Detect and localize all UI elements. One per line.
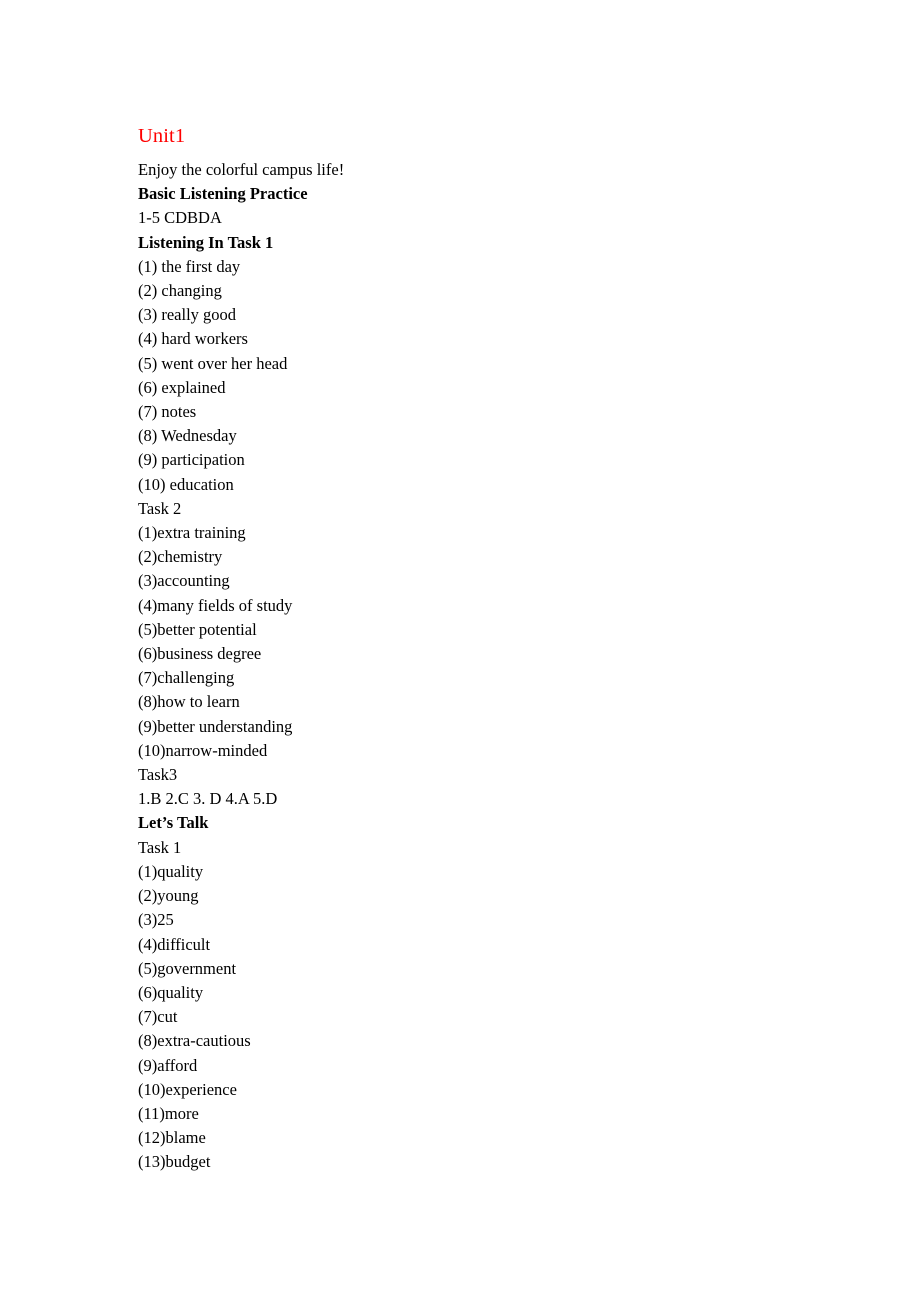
section-heading: Let’s Talk (138, 813, 209, 833)
page-title: Unit1 (138, 125, 186, 147)
document-text-block: Enjoy the colorful campus life! Basic Lis… (138, 158, 838, 1175)
text-line: (3) really good (138, 305, 237, 325)
text-line: (7) notes (138, 402, 197, 422)
text-line: (2)young (138, 886, 199, 906)
text-line: (4)many fields of study (138, 595, 293, 615)
text-line: (8) Wednesday (138, 426, 237, 446)
text-line: Enjoy the colorful campus life! (138, 160, 345, 179)
text-line: (8)extra-cautious (138, 1031, 251, 1051)
text-line: Task 2 (138, 498, 182, 518)
text-line: 1-5 CDBDA (138, 208, 222, 228)
document-page: Unit1 Enjoy the colorful campus life! Bas… (0, 0, 920, 1302)
text-line: (5) went over her head (138, 353, 288, 373)
text-line: (7)cut (138, 1007, 178, 1027)
text-line: (1) the first day (138, 256, 241, 276)
text-line: (3)accounting (138, 571, 230, 591)
text-line: (5)government (138, 958, 237, 978)
text-line: (2) changing (138, 281, 222, 301)
text-line: (6)quality (138, 982, 204, 1002)
text-line: Task3 (138, 765, 178, 785)
section-heading: Basic Listening Practice (138, 184, 308, 204)
text-line: (4)difficult (138, 934, 211, 954)
text-line: (1)extra training (138, 523, 246, 543)
text-line: 1.B 2.C 3. D 4.A 5.D (138, 789, 278, 809)
text-line: (12)blame (138, 1128, 206, 1148)
text-line: (10)narrow-minded (138, 740, 268, 760)
text-line: (10)experience (138, 1079, 237, 1099)
section-heading: Listening In Task 1 (138, 232, 274, 252)
text-line: (6) explained (138, 377, 226, 397)
text-line: (9)better understanding (138, 716, 293, 736)
text-line: (9)afford (138, 1055, 198, 1075)
text-line: (1)quality (138, 861, 204, 881)
text-line: Task 1 (138, 837, 182, 857)
text-line: (10) education (138, 474, 234, 494)
document-body: Unit1 Enjoy the colorful campus life! Bas… (138, 122, 838, 1175)
text-line: (8)how to learn (138, 692, 240, 712)
text-line: (4) hard workers (138, 329, 248, 349)
text-line: (5)better potential (138, 619, 257, 639)
text-line: (7)challenging (138, 668, 235, 688)
text-line: (13)budget (138, 1152, 211, 1172)
text-line: (3)25 (138, 910, 174, 930)
text-line: (9) participation (138, 450, 245, 470)
text-line: (11)more (138, 1103, 199, 1123)
text-line: (2)chemistry (138, 547, 223, 567)
text-line: (6)business degree (138, 644, 262, 664)
